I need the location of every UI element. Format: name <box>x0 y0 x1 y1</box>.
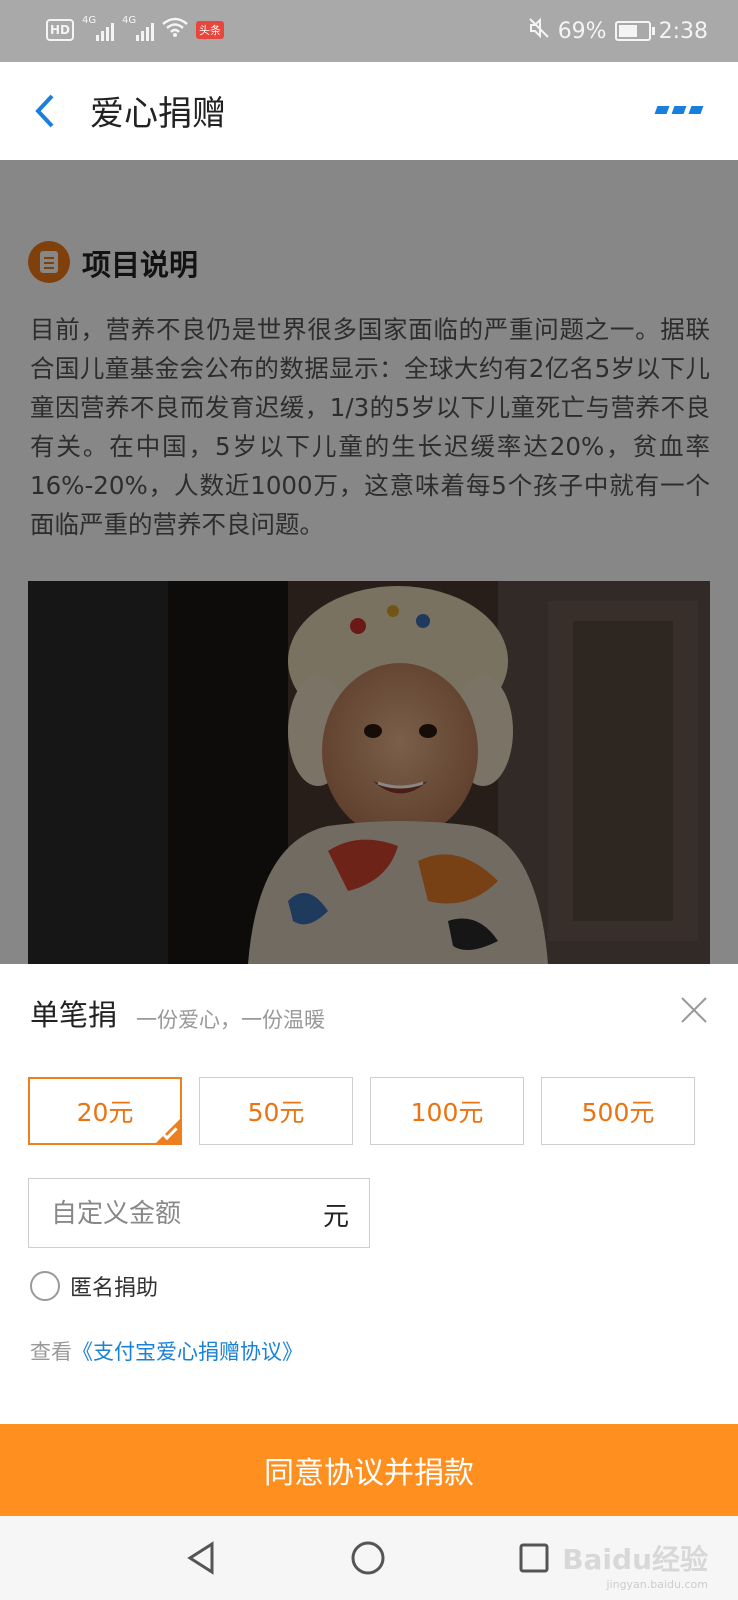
amount-label: 100元 <box>410 1098 484 1127</box>
app-header: 爱心捐赠 <box>0 62 738 160</box>
amount-option-20[interactable]: 20元 <box>28 1077 182 1145</box>
hd-badge: HD <box>46 19 75 41</box>
status-right: 69% 2:38 <box>528 17 708 45</box>
anonymous-toggle[interactable]: 匿名捐助 <box>30 1270 158 1302</box>
sheet-title: 单笔捐 <box>30 998 118 1032</box>
watermark-sub: jingyan.baidu.com <box>606 1578 708 1591</box>
agreement-prefix: 查看 <box>30 1340 72 1364</box>
toutiao-app-icon: 头条 <box>196 21 225 39</box>
battery-percent: 69% <box>557 18 607 44</box>
nav-back-icon[interactable] <box>182 1538 222 1578</box>
wifi-icon <box>162 17 188 43</box>
battery-icon <box>614 21 655 41</box>
more-icon[interactable] <box>654 106 704 114</box>
amount-label: 20元 <box>76 1098 134 1127</box>
agreement-line: 查看《支付宝爱心捐赠协议》 <box>30 1336 303 1366</box>
watermark: Baidu经验 jingyan.baidu.com <box>562 1538 708 1591</box>
dim-overlay[interactable] <box>0 160 738 964</box>
signal-icon: 4G <box>82 15 115 41</box>
status-bar: HD 4G 4G 头条 69% 2:38 <box>0 0 738 62</box>
donation-sheet: 单笔捐 一份爱心，一份温暖 20元 50元 100元 500元 元 匿名捐助 查… <box>0 964 738 1424</box>
watermark-text: Baidu经验 <box>562 1543 708 1576</box>
donate-button[interactable]: 同意协议并捐款 <box>0 1424 738 1516</box>
nav-recents-icon[interactable] <box>514 1538 554 1578</box>
amount-option-100[interactable]: 100元 <box>370 1077 524 1145</box>
agreement-link[interactable]: 《支付宝爱心捐赠协议》 <box>72 1340 303 1364</box>
back-arrow-icon[interactable] <box>30 88 70 134</box>
network-label-2: 4G <box>122 15 137 26</box>
nav-home-icon[interactable] <box>348 1538 388 1578</box>
amount-label: 500元 <box>581 1098 655 1127</box>
amount-option-500[interactable]: 500元 <box>541 1077 695 1145</box>
amount-option-50[interactable]: 50元 <box>199 1077 353 1145</box>
mute-icon <box>528 17 550 45</box>
project-content: 项目说明 目前，营养不良仍是世界很多国家面临的严重问题之一。据联合国儿童基金会公… <box>0 160 738 964</box>
sheet-subtitle: 一份爱心，一份温暖 <box>136 1008 325 1032</box>
page-title: 爱心捐赠 <box>90 94 226 134</box>
selected-check-icon <box>154 1117 182 1145</box>
anonymous-label: 匿名捐助 <box>70 1276 159 1301</box>
system-nav-bar: Baidu经验 jingyan.baidu.com <box>0 1516 738 1600</box>
custom-amount-input[interactable] <box>49 1191 303 1237</box>
signal-icon-2: 4G <box>122 15 155 41</box>
network-label: 4G <box>82 15 97 26</box>
amount-label: 50元 <box>247 1098 305 1127</box>
anonymous-radio[interactable] <box>30 1271 60 1301</box>
amount-options: 20元 50元 100元 500元 <box>28 1077 710 1147</box>
custom-amount-unit: 元 <box>322 1202 349 1232</box>
custom-amount-field[interactable]: 元 <box>28 1178 370 1248</box>
close-icon[interactable] <box>678 994 710 1026</box>
clock: 2:38 <box>658 18 708 44</box>
status-left: HD 4G 4G 头条 <box>46 15 225 43</box>
